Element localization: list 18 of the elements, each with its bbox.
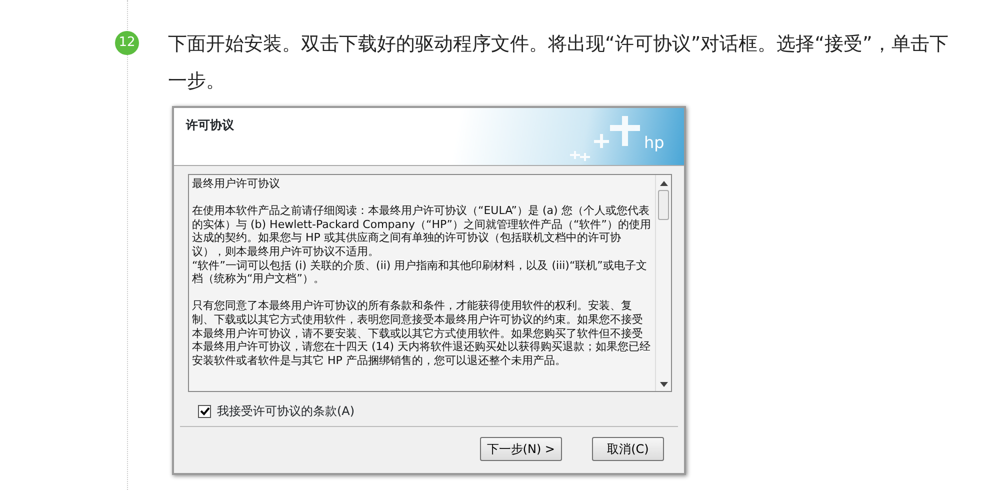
dialog-title: 许可协议: [184, 117, 234, 134]
scroll-up-icon[interactable]: [660, 181, 668, 186]
accept-checkbox[interactable]: [198, 404, 211, 418]
step-number: 12: [115, 31, 139, 55]
check-icon: [200, 406, 210, 416]
license-paragraph: 最终用户许可协议: [192, 177, 281, 191]
license-text-box[interactable]: [188, 174, 672, 392]
next-button[interactable]: 下一步(N) >: [480, 437, 562, 461]
license-paragraph: “软件”一词可以包括 (i) 关联的介质、(ii) 用户指南和其他印刷材料，以及 (iii)“联机”或电子文档（统称为“用户文档”）。: [192, 258, 648, 286]
license-paragraph: 只有您同意了本最终用户许可协议的所有条款和条件，才能获得使用软件的权利。安装、复制、下载或以其它方式使用软件，表明您同意接受本最终用户许可协议的约束。如果您不接受本最终用户许可协议，请不要安装、下载或以其它方式使用软件。如果您购买了软件但不接受本最终用户许可协议，请您在十四天 (14) 天内将软件退还购买处以获得购买退款；如果您已经安装软件或者软件是与其它 HP 产品捆绑销售的，您可以退还整个未用产品。: [192, 299, 651, 368]
license-paragraph: 在使用本软件产品之前请仔细阅读：本最终用户许可协议（“EULA”）是 (a) 您（个人或您代表的实体）与 (b) Hewlett-Packard Company（“HP”）之间就管理软件产品（“软件”）的使用达成的契约。如果您与 HP 或其供应商之间有单独的许可协议（包括联机文档中的许可协议），则本最终用户许可协议不适用。: [192, 204, 651, 259]
step-instruction: 下面开始安装。双击下载好的驱动程序文件。将出现“许可协议”对话框。选择“接受”，单击下一步。: [168, 32, 950, 94]
scroll-down-icon[interactable]: [660, 382, 668, 387]
cancel-button[interactable]: 取消(C): [592, 437, 664, 461]
scroll-thumb[interactable]: [658, 190, 669, 220]
hp-logo: hp: [564, 108, 684, 166]
accept-label[interactable]: 我接受许可协议的条款(A): [217, 402, 355, 420]
scrollbar[interactable]: [655, 175, 671, 391]
